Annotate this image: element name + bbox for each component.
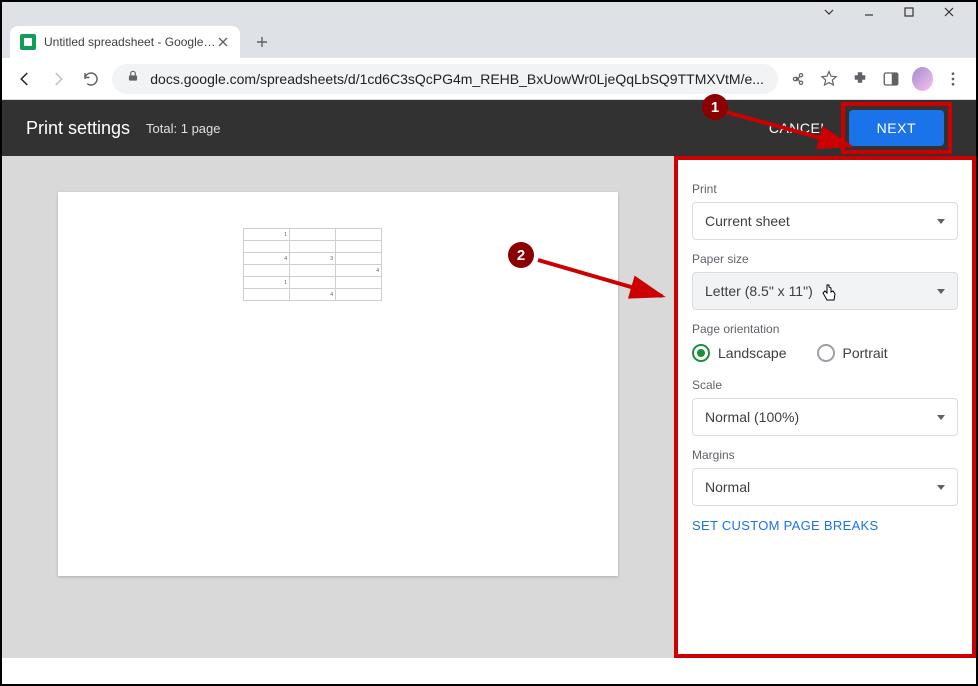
minimize-button[interactable] — [852, 2, 886, 22]
orientation-radios: Landscape Portrait — [692, 344, 958, 362]
print-settings-bar: Print settings Total: 1 page CANCEL NEXT — [2, 100, 976, 156]
paper-size-label: Paper size — [692, 252, 958, 266]
reload-button[interactable] — [80, 66, 103, 92]
print-settings-sidebar: Print Current sheet Paper size Letter (8… — [674, 156, 976, 658]
window-dropdown-icon[interactable] — [812, 2, 846, 22]
cancel-button[interactable]: CANCEL — [757, 110, 841, 146]
chevron-down-icon — [937, 415, 945, 420]
url-text: docs.google.com/spreadsheets/d/1cd6C3sQc… — [150, 71, 764, 87]
cell: 4 — [244, 253, 290, 265]
extensions-icon[interactable] — [850, 67, 871, 91]
scale-dropdown[interactable]: Normal (100%) — [692, 398, 958, 436]
annotation-badge-2: 2 — [508, 242, 534, 268]
content-area: 1 43 4 1 4 Print Current sheet Paper siz… — [2, 156, 976, 658]
cell: 4 — [336, 265, 382, 277]
margins-dropdown[interactable]: Normal — [692, 468, 958, 506]
maximize-button[interactable] — [892, 2, 926, 22]
annotation-badge-1: 1 — [702, 94, 728, 120]
preview-table: 1 43 4 1 4 — [243, 228, 382, 301]
cell: 3 — [290, 253, 336, 265]
paper-size-value: Letter (8.5" x 11") — [705, 283, 813, 299]
bookmark-icon[interactable] — [819, 67, 840, 91]
chevron-down-icon — [937, 289, 945, 294]
next-button[interactable]: NEXT — [849, 110, 944, 146]
lock-icon — [126, 69, 140, 88]
address-bar[interactable]: docs.google.com/spreadsheets/d/1cd6C3sQc… — [112, 64, 778, 94]
browser-tab[interactable]: Untitled spreadsheet - Google Sh — [10, 26, 240, 58]
close-window-button[interactable] — [932, 2, 966, 22]
new-tab-button[interactable] — [248, 28, 276, 56]
radio-icon — [817, 344, 835, 362]
print-settings-title: Print settings — [26, 118, 130, 139]
radio-label: Portrait — [843, 345, 888, 361]
orientation-portrait[interactable]: Portrait — [817, 344, 888, 362]
preview-page: 1 43 4 1 4 — [58, 192, 618, 576]
scale-value: Normal (100%) — [705, 409, 799, 425]
paper-size-dropdown[interactable]: Letter (8.5" x 11") — [692, 272, 958, 310]
print-preview-area: 1 43 4 1 4 — [2, 156, 674, 658]
cell: 1 — [244, 277, 290, 289]
close-tab-icon[interactable] — [216, 35, 230, 49]
window-controls — [2, 2, 976, 22]
tab-title: Untitled spreadsheet - Google Sh — [44, 35, 216, 49]
back-button[interactable] — [14, 66, 37, 92]
chevron-down-icon — [937, 485, 945, 490]
set-custom-page-breaks-link[interactable]: SET CUSTOM PAGE BREAKS — [692, 518, 958, 533]
forward-button[interactable] — [47, 66, 70, 92]
cursor-icon — [821, 283, 837, 303]
share-icon[interactable] — [788, 67, 809, 91]
margins-value: Normal — [705, 479, 750, 495]
kebab-menu-icon[interactable] — [943, 67, 964, 91]
scale-label: Scale — [692, 378, 958, 392]
radio-label: Landscape — [718, 345, 787, 361]
side-panel-icon[interactable] — [881, 67, 902, 91]
annotation-highlight-next: NEXT — [841, 102, 952, 154]
sheets-favicon — [20, 34, 36, 50]
toolbar: docs.google.com/spreadsheets/d/1cd6C3sQc… — [2, 58, 976, 100]
profile-avatar[interactable] — [912, 67, 933, 91]
cell: 4 — [290, 289, 336, 301]
chevron-down-icon — [937, 219, 945, 224]
radio-icon — [692, 344, 710, 362]
cell: 1 — [244, 229, 290, 241]
page-total: Total: 1 page — [146, 121, 220, 136]
print-range-dropdown[interactable]: Current sheet — [692, 202, 958, 240]
margins-label: Margins — [692, 448, 958, 462]
browser-chrome: Untitled spreadsheet - Google Sh docs.go… — [2, 2, 976, 100]
tab-strip: Untitled spreadsheet - Google Sh — [2, 22, 976, 58]
orientation-landscape[interactable]: Landscape — [692, 344, 787, 362]
print-range-label: Print — [692, 182, 958, 196]
print-range-value: Current sheet — [705, 213, 790, 229]
orientation-label: Page orientation — [692, 322, 958, 336]
